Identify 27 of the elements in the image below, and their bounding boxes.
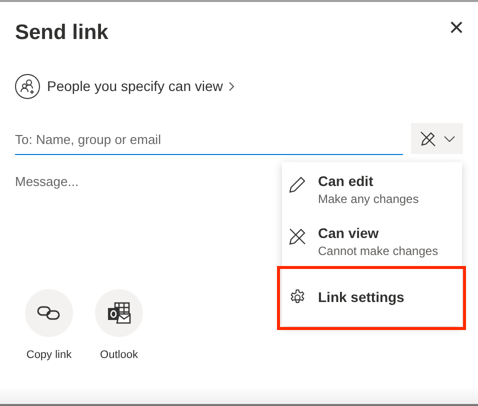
share-button[interactable]	[95, 289, 143, 337]
crossed-pencil-icon	[289, 228, 306, 245]
pencil-icon	[289, 176, 306, 193]
message-field[interactable]: Message...	[15, 167, 265, 195]
share-button[interactable]	[25, 289, 73, 337]
menu-item-description: Make any changes	[318, 191, 419, 207]
menu-item[interactable]: Link settings	[282, 272, 462, 322]
people-icon	[15, 74, 40, 99]
permission-link[interactable]: People you specify can view	[47, 76, 234, 97]
menu-item-label: Link settings	[318, 288, 404, 306]
menu-item[interactable]: Can edit Make any changes	[282, 168, 462, 220]
recipient-field[interactable]: To: Name, group or email	[15, 125, 403, 155]
close-button[interactable]: ×	[448, 16, 464, 38]
dialog-title: Send link	[15, 20, 108, 46]
menu-item-label: Can view	[318, 224, 380, 243]
mail-calendar-icon	[107, 302, 131, 324]
menu-item[interactable]: Can view Cannot make changes	[282, 220, 462, 272]
gear-icon	[289, 288, 306, 306]
share-label: Outlook	[100, 348, 138, 363]
menu-item-description: Cannot make changes	[318, 243, 438, 259]
chevron-right-icon	[228, 82, 234, 91]
share-label: Copy link	[26, 348, 72, 363]
chain-link-icon	[37, 305, 61, 321]
chevron-down-icon	[444, 136, 454, 142]
menu-item-label: Can edit	[318, 172, 374, 191]
crossed-pencil-icon	[420, 130, 436, 146]
permission-dropdown-button[interactable]	[411, 123, 463, 154]
